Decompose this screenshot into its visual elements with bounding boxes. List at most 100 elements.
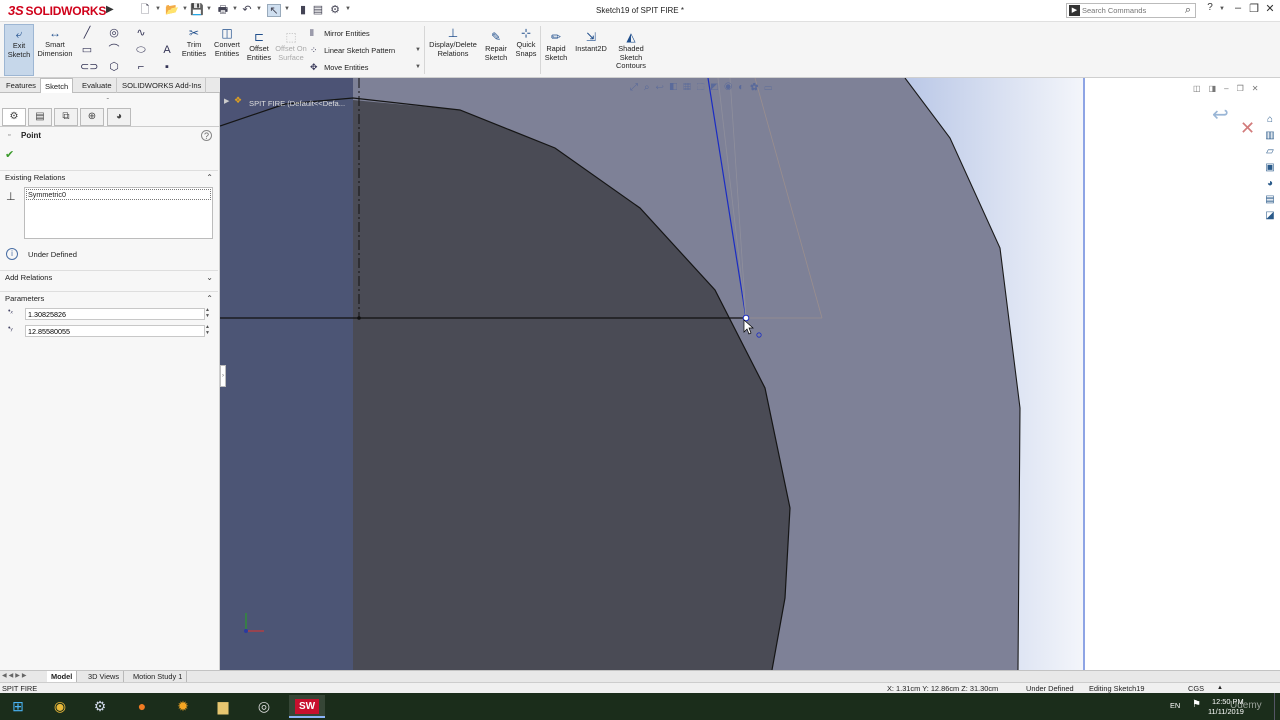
- tab-3d-views[interactable]: 3D Views: [84, 671, 125, 682]
- chevron-down-icon[interactable]: ▼: [1219, 6, 1225, 12]
- app-icon[interactable]: ✹: [165, 695, 201, 718]
- view-orientation-icon[interactable]: ⬚: [697, 82, 711, 93]
- restore-icon[interactable]: ❐: [1237, 84, 1252, 93]
- design-library-icon[interactable]: ▥: [1262, 128, 1278, 144]
- rectangle-icon[interactable]: ▭: [80, 43, 94, 57]
- chevron-up-icon[interactable]: ⌃: [206, 292, 213, 306]
- arc-icon[interactable]: ⌒: [107, 43, 121, 57]
- add-relations-header[interactable]: Add Relations ⌄: [0, 270, 218, 284]
- windows-start-icon[interactable]: ⊞: [0, 695, 36, 718]
- ellipse-icon[interactable]: ⬭: [134, 43, 148, 57]
- confirm-corner-accept-icon[interactable]: ↩: [1212, 102, 1229, 127]
- section-view-icon[interactable]: ◧: [670, 82, 684, 93]
- confirm-corner-cancel-icon[interactable]: ✕: [1240, 118, 1255, 139]
- spinner-icon[interactable]: ▲ ▼: [205, 307, 210, 319]
- zoom-area-icon[interactable]: ⌕: [644, 82, 656, 93]
- search-commands-box[interactable]: ▶ ⌕: [1066, 3, 1196, 18]
- tab-evaluate[interactable]: Evaluate: [78, 78, 117, 93]
- move-entities-button[interactable]: ✥ Move Entities: [310, 62, 368, 73]
- existing-relations-header[interactable]: Existing Relations ⌃: [0, 170, 218, 184]
- tile-icon[interactable]: ◫: [1193, 84, 1209, 93]
- panel-collapse-handle[interactable]: ›: [220, 365, 226, 387]
- file-explorer-icon[interactable]: ▆: [205, 695, 241, 718]
- display-style-icon[interactable]: ◩: [711, 82, 725, 93]
- mirror-entities-button[interactable]: ⫴ Mirror Entities: [310, 28, 370, 39]
- tree-expand-icon[interactable]: ▶: [224, 97, 229, 105]
- close-icon[interactable]: ✕: [1262, 2, 1278, 15]
- feature-manager-icon[interactable]: ⚙: [2, 108, 26, 126]
- chevron-down-icon[interactable]: ▼: [345, 6, 351, 12]
- dimxpert-icon[interactable]: ⊕: [80, 108, 104, 126]
- display-manager-icon[interactable]: ◕: [107, 108, 131, 126]
- undo-icon[interactable]: ↶: [240, 4, 254, 17]
- graphics-area[interactable]: ▶ ❖ SPIT FIRE (Default<<Defa... ⤢⌕↩◧▦⬚◩◉…: [220, 78, 1280, 670]
- ok-check-icon[interactable]: ✔: [5, 148, 14, 161]
- slot-icon[interactable]: ⊂⊃: [80, 60, 98, 74]
- offset-entities-button[interactable]: ⊏ Offset Entities: [243, 30, 275, 62]
- help-icon[interactable]: ?: [1202, 2, 1218, 13]
- options-gear-icon[interactable]: ⚙: [328, 4, 342, 17]
- point-icon[interactable]: ▪: [160, 60, 174, 74]
- polygon-icon[interactable]: ⬡: [107, 60, 121, 74]
- solidworks-logo[interactable]: 3S SOLIDWORKS: [8, 3, 106, 18]
- quick-snaps-button[interactable]: ⊹ Quick Snaps: [513, 26, 539, 58]
- y-coordinate-field[interactable]: [25, 325, 205, 337]
- exit-sketch-button[interactable]: ⤶ Exit Sketch: [4, 24, 34, 76]
- chevron-down-icon[interactable]: ▼: [284, 6, 290, 12]
- spinner-icon[interactable]: ▲ ▼: [205, 324, 210, 336]
- tab-solidworks-addins[interactable]: SOLIDWORKS Add-Ins: [118, 78, 207, 93]
- open-folder-icon[interactable]: 📂: [165, 4, 179, 17]
- text-icon[interactable]: A: [160, 43, 174, 57]
- repair-sketch-button[interactable]: ✎ Repair Sketch: [481, 30, 511, 62]
- traffic-light-icon[interactable]: ▮: [296, 4, 310, 17]
- x-coordinate-field[interactable]: [25, 308, 205, 320]
- solidworks-taskbar-icon[interactable]: SW: [289, 695, 325, 718]
- view-settings-icon[interactable]: ▭: [764, 82, 778, 93]
- relations-list[interactable]: Symmetric0: [24, 187, 213, 239]
- print-icon[interactable]: 🖶: [216, 4, 230, 17]
- smart-dimension-button[interactable]: ↔ Smart Dimension: [36, 26, 74, 58]
- offset-on-surface-button[interactable]: ⬚ Offset On Surface: [275, 30, 307, 62]
- close-icon[interactable]: ✕: [1252, 84, 1267, 93]
- appearances-icon[interactable]: ◕: [1262, 176, 1278, 192]
- previous-view-icon[interactable]: ↩: [656, 82, 670, 93]
- solidworks-resources-icon[interactable]: ⌂: [1262, 112, 1278, 128]
- view-palette-icon[interactable]: ▣: [1262, 160, 1278, 176]
- hide-show-icon[interactable]: ◉: [724, 82, 738, 93]
- tab-sketch[interactable]: Sketch: [40, 78, 74, 93]
- select-cursor-icon[interactable]: ↖: [267, 4, 281, 17]
- chrome-icon[interactable]: ◉: [42, 695, 78, 718]
- rapid-sketch-button[interactable]: ✏ Rapid Sketch: [542, 30, 570, 62]
- chevron-down-icon[interactable]: ▼: [256, 6, 262, 12]
- edit-appearance-icon[interactable]: ◐: [738, 82, 750, 93]
- search-scope-icon[interactable]: ▶: [1069, 5, 1080, 16]
- chevron-down-icon[interactable]: ▼: [415, 47, 421, 53]
- chevron-down-icon[interactable]: ▼: [232, 6, 238, 12]
- chevron-down-icon[interactable]: ▼: [182, 6, 188, 12]
- relation-item[interactable]: Symmetric0: [26, 189, 211, 200]
- steam-icon[interactable]: ⚙: [82, 695, 118, 718]
- flag-icon[interactable]: ⚑: [1192, 699, 1201, 710]
- shaded-sketch-contours-button[interactable]: ◭ Shaded Sketch Contours: [612, 30, 650, 71]
- tile-icon[interactable]: ◨: [1209, 84, 1225, 93]
- sketch-point[interactable]: [357, 316, 361, 320]
- splitter-handle-icon[interactable]: ⁃: [106, 95, 110, 103]
- file-explorer-icon[interactable]: ▱: [1262, 144, 1278, 160]
- tab-motion-study[interactable]: Motion Study 1: [129, 671, 188, 682]
- restore-icon[interactable]: ❐: [1246, 2, 1262, 15]
- search-icon[interactable]: ⌕: [1185, 4, 1191, 17]
- language-indicator[interactable]: EN: [1170, 701, 1180, 710]
- circle-icon[interactable]: ◎: [107, 26, 121, 40]
- tab-features[interactable]: Features: [2, 78, 41, 93]
- tab-scroll-arrows[interactable]: ◀◀▶▶: [2, 672, 28, 679]
- chevron-down-icon[interactable]: ▼: [155, 6, 161, 12]
- forum-icon[interactable]: ◪: [1262, 208, 1278, 224]
- chevron-down-icon[interactable]: ▼: [415, 64, 421, 70]
- search-input[interactable]: [1082, 5, 1177, 16]
- model-view-svg[interactable]: [220, 78, 1280, 670]
- convert-entities-button[interactable]: ◫ Convert Entities: [211, 26, 243, 58]
- apply-scene-icon[interactable]: ✿: [750, 82, 764, 93]
- instant2d-button[interactable]: ⇲ Instant2D: [572, 30, 610, 54]
- chevron-down-icon[interactable]: ▼: [206, 6, 212, 12]
- minimize-icon[interactable]: –: [1230, 2, 1246, 14]
